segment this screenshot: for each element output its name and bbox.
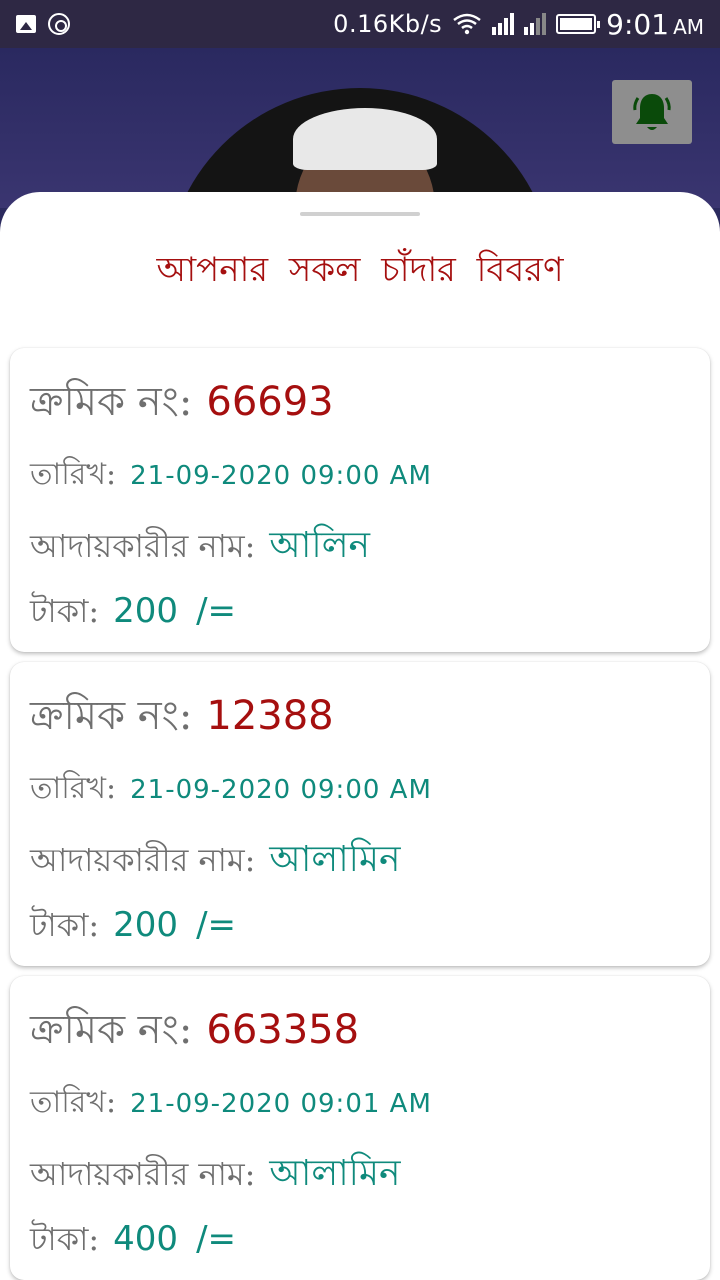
clock-time: 9:01: [606, 7, 670, 41]
collector-row: আদায়কারীর নাম: আলামিন: [30, 832, 400, 892]
serial-row: ক্রমিক নং: 12388: [30, 684, 334, 751]
amount-row: টাকা: 200 /=: [30, 900, 236, 954]
donation-sheet: আপনার সকল চাঁদার বিবরণ ক্রমিক নং: 66693 ত…: [0, 192, 720, 1280]
date-label: তারিখ:: [30, 1085, 117, 1120]
amount-row: টাকা: 200 /=: [30, 586, 236, 640]
amount-value: 200: [113, 591, 179, 631]
serial-row: ক্রমিক নং: 663358: [30, 998, 359, 1065]
signal-sim1-icon: [492, 13, 515, 35]
serial-value: 12388: [206, 693, 334, 739]
avatar-cap: [293, 108, 437, 170]
collector-label: আদায়কারীর নাম:: [30, 527, 256, 565]
donation-card[interactable]: ক্রমিক নং: 66693 তারিখ: 21-09-2020 09:00 A…: [10, 348, 710, 652]
serial-label: ক্রমিক নং:: [30, 1007, 193, 1053]
collector-row: আদায়কারীর নাম: আলামিন: [30, 1146, 400, 1206]
status-right: 0.16Kb/s 9:01 AM: [333, 0, 704, 48]
collector-row: আদায়কারীর নাম: আলিন: [30, 518, 370, 578]
amount-suffix: /=: [196, 1219, 237, 1259]
serial-label: ক্রমিক নং:: [30, 693, 193, 739]
amount-suffix: /=: [196, 591, 237, 631]
clock: 9:01 AM: [606, 8, 704, 41]
collector-value: আলামিন: [269, 839, 401, 880]
sync-notification-icon: [48, 13, 70, 35]
notification-bell-icon: [633, 94, 671, 130]
amount-suffix: /=: [196, 905, 237, 945]
collector-value: আলিন: [269, 525, 371, 566]
collector-label: আদায়কারীর নাম:: [30, 1155, 256, 1193]
sheet-title: আপনার সকল চাঁদার বিবরণ: [156, 250, 564, 290]
serial-value: 663358: [206, 1007, 360, 1053]
signal-sim2-icon: [524, 13, 547, 35]
donation-card[interactable]: ক্রমিক নং: 12388 তারিখ: 21-09-2020 09:00 A…: [10, 662, 710, 966]
network-speed: 0.16Kb/s: [333, 10, 443, 38]
donation-card[interactable]: ক্রমিক নং: 663358 তারিখ: 21-09-2020 09:01 …: [10, 976, 710, 1280]
date-value: 21-09-2020 09:00 AM: [130, 461, 432, 491]
amount-label: টাকা:: [30, 592, 100, 630]
amount-row: টাকা: 400 /=: [30, 1214, 236, 1268]
status-bar: 0.16Kb/s 9:01 AM: [0, 0, 720, 48]
status-left: [16, 13, 70, 35]
sheet-drag-handle[interactable]: [300, 212, 420, 216]
date-value: 21-09-2020 09:00 AM: [130, 775, 432, 805]
wifi-icon: [453, 13, 481, 35]
serial-value: 66693: [206, 379, 334, 425]
date-row: তারিখ: 21-09-2020 09:01 AM: [30, 1078, 432, 1129]
date-value: 21-09-2020 09:01 AM: [130, 1089, 432, 1119]
date-row: তারিখ: 21-09-2020 09:00 AM: [30, 450, 432, 501]
amount-value: 400: [113, 1219, 179, 1259]
date-row: তারিখ: 21-09-2020 09:00 AM: [30, 764, 432, 815]
battery-icon: [556, 14, 601, 34]
collector-value: আলামিন: [269, 1153, 401, 1194]
amount-label: টাকা:: [30, 906, 100, 944]
date-label: তারিখ:: [30, 771, 117, 806]
battery-fill: [560, 18, 593, 30]
notification-button[interactable]: [612, 80, 692, 144]
serial-row: ক্রমিক নং: 66693: [30, 370, 334, 437]
collector-label: আদায়কারীর নাম:: [30, 841, 256, 879]
profile-header: [0, 48, 720, 478]
clock-ampm: AM: [673, 14, 704, 39]
serial-label: ক্রমিক নং:: [30, 379, 193, 425]
date-label: তারিখ:: [30, 457, 117, 492]
amount-label: টাকা:: [30, 1220, 100, 1258]
amount-value: 200: [113, 905, 179, 945]
image-notification-icon: [16, 15, 36, 33]
